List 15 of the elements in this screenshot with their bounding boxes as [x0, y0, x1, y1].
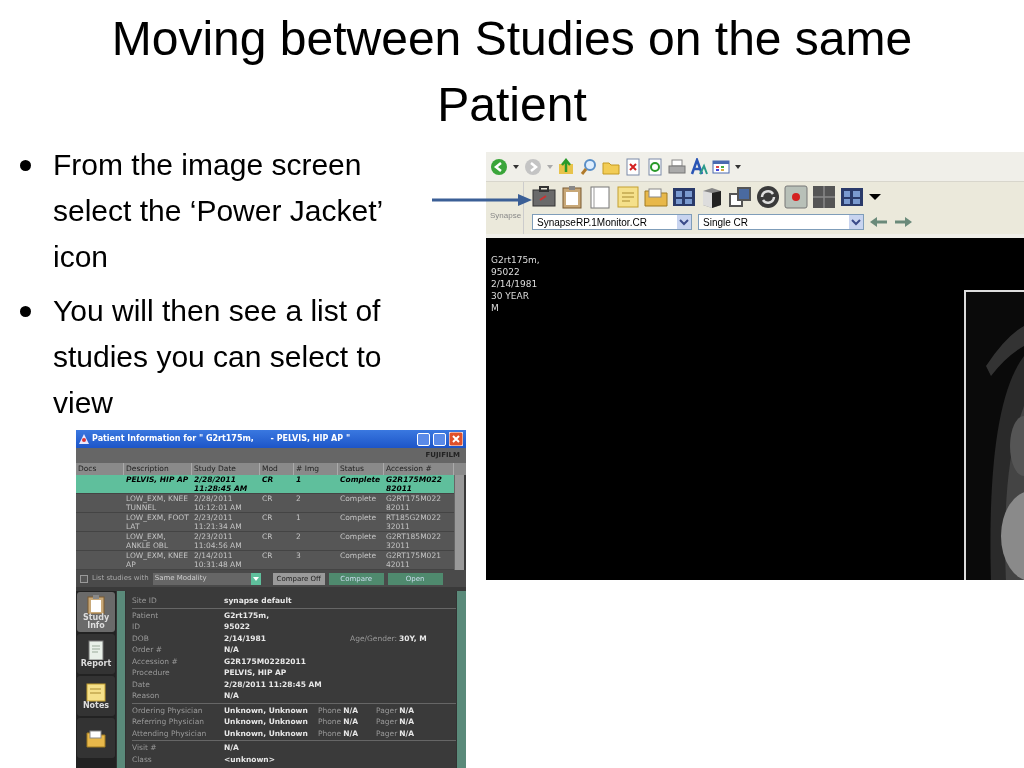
toolbar-label: Synapse [490, 210, 522, 222]
overlay-text: M [491, 302, 500, 314]
window-title: Patient Information for " G2rt175m, - PELVIS, HIP AP " [92, 433, 352, 445]
overlay-text: G2rt175m, [491, 254, 540, 266]
side-tab[interactable]: Study Info [77, 592, 115, 632]
overlay-text: 2/14/1981 [491, 278, 539, 290]
slide-title: Moving between Studies on the same Patient [110, 11, 914, 133]
bullet-text: You will then see a list of studies you can select to view [53, 293, 383, 421]
dropdown[interactable]: Single CR [698, 214, 864, 230]
bullet-text: From the image screen select the ‘Power Jacket’ icon [53, 147, 384, 275]
overlay-text: 30 YEAR [491, 290, 530, 302]
dropdown[interactable]: SynapseRP.1Monitor.CR [532, 214, 692, 230]
side-tab[interactable]: Report [77, 634, 115, 674]
side-tab[interactable]: Notes [77, 676, 115, 716]
overlay-text: 95022 [491, 266, 521, 278]
